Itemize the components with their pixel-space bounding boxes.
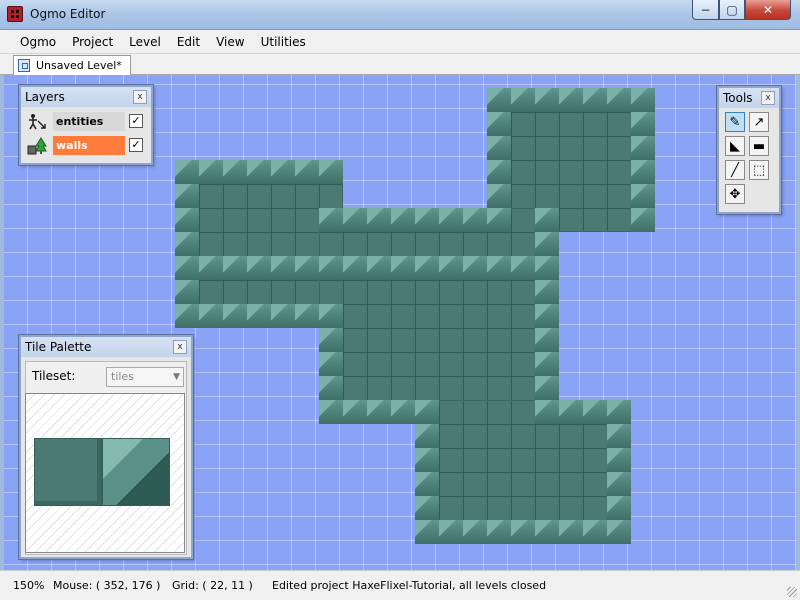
- wall-edge-middle-row: [199, 256, 559, 280]
- zoom-level: 150%: [13, 579, 45, 592]
- tools-panel: Tools x ✎ ↗ ◣ ▬ ╱ ⬚ ✥: [717, 86, 781, 214]
- title-bar: Ogmo Editor − ▢ ✕: [0, 0, 800, 30]
- wall-edge-left-side: [175, 160, 199, 328]
- window-title: Ogmo Editor: [30, 7, 106, 21]
- wall-edge-left-top: [175, 160, 343, 184]
- wall-block-left: [175, 160, 343, 328]
- tileset-preview[interactable]: [25, 393, 185, 553]
- tab-unsaved-level[interactable]: Unsaved Level*: [13, 55, 131, 76]
- tileset-select-value: tiles: [111, 370, 134, 383]
- flood-fill-icon: ◣: [730, 138, 740, 154]
- select-rectangle-tool-button[interactable]: ⬚: [749, 160, 769, 180]
- tools-panel-header[interactable]: Tools x: [719, 88, 779, 108]
- wall-edge-left-bottom: [175, 304, 343, 328]
- eyedropper-icon: ↗: [753, 114, 765, 130]
- pencil-tool-button[interactable]: ✎: [725, 112, 745, 132]
- menu-view[interactable]: View: [208, 30, 252, 53]
- ogmo-app-icon: [7, 6, 23, 22]
- layers-panel: Layers x entities ✓ walls ✓: [19, 85, 153, 165]
- pencil-icon: ✎: [729, 114, 741, 130]
- grid-position: Grid: ( 22, 11 ): [172, 579, 253, 592]
- move-tool-button[interactable]: ✥: [725, 184, 745, 204]
- menu-level[interactable]: Level: [121, 30, 169, 53]
- level-tab-strip: Unsaved Level*: [0, 54, 800, 76]
- level-file-icon: [18, 59, 30, 72]
- menu-project[interactable]: Project: [64, 30, 121, 53]
- layer-label-walls: walls: [53, 136, 125, 155]
- tile-palette-close-button[interactable]: x: [173, 340, 187, 354]
- select-rectangle-icon: ⬚: [752, 162, 766, 178]
- layer-visibility-checkbox-walls[interactable]: ✓: [129, 138, 143, 152]
- tileset-label: Tileset:: [32, 369, 76, 383]
- status-bar: 150% Mouse: ( 352, 176 ) Grid: ( 22, 11 …: [0, 570, 800, 600]
- status-message: Edited project HaxeFlixel-Tutorial, all …: [272, 579, 547, 592]
- layer-row-entities[interactable]: entities ✓: [25, 110, 147, 134]
- mouse-position: Mouse: ( 352, 176 ): [53, 579, 161, 592]
- menu-ogmo[interactable]: Ogmo: [12, 30, 64, 53]
- tile-beveled[interactable]: [102, 438, 170, 506]
- tile-palette-panel: Tile Palette x Tileset: tiles ▼: [19, 335, 193, 559]
- wall-edge-top-right: [487, 88, 655, 112]
- maximize-button[interactable]: ▢: [719, 0, 745, 20]
- tile-layer-icon: [27, 137, 47, 155]
- wall-edge-top-right-right: [631, 88, 655, 232]
- layer-label-entities: entities: [53, 112, 125, 131]
- layer-row-walls[interactable]: walls ✓: [25, 134, 147, 158]
- chevron-down-icon: ▼: [173, 372, 180, 382]
- entity-layer-icon: [27, 113, 47, 131]
- menu-utilities[interactable]: Utilities: [253, 30, 314, 53]
- line-icon: ╱: [731, 162, 739, 178]
- tileset-select[interactable]: tiles ▼: [106, 367, 184, 387]
- rectangle-fill-icon: ▬: [752, 138, 766, 154]
- tools-panel-title: Tools: [723, 91, 753, 105]
- eyedropper-tool-button[interactable]: ↗: [749, 112, 769, 132]
- wall-edge-middle-right: [535, 208, 559, 424]
- layers-panel-header[interactable]: Layers x: [21, 87, 151, 107]
- close-button[interactable]: ✕: [745, 0, 791, 20]
- move-icon: ✥: [729, 186, 741, 202]
- tab-label: Unsaved Level*: [36, 59, 122, 72]
- rectangle-fill-tool-button[interactable]: ▬: [749, 136, 769, 156]
- layers-panel-close-button[interactable]: x: [133, 90, 147, 104]
- wall-edge-middle-top: [319, 208, 511, 232]
- minimize-button[interactable]: −: [692, 0, 719, 20]
- wall-edge-bottom-base: [415, 520, 631, 544]
- line-tool-button[interactable]: ╱: [725, 160, 745, 180]
- menu-bar: Ogmo Project Level Edit View Utilities: [0, 30, 800, 54]
- wall-block-middle: [319, 208, 559, 424]
- menu-edit[interactable]: Edit: [169, 30, 208, 53]
- flood-fill-tool-button[interactable]: ◣: [725, 136, 745, 156]
- resize-grip-icon[interactable]: [787, 587, 797, 597]
- layers-panel-title: Layers: [25, 90, 65, 104]
- tile-palette-header[interactable]: Tile Palette x: [21, 337, 191, 357]
- layer-visibility-checkbox-entities[interactable]: ✓: [129, 114, 143, 128]
- tools-panel-close-button[interactable]: x: [761, 91, 775, 105]
- tile-palette-title: Tile Palette: [25, 340, 92, 354]
- tile-plain[interactable]: [34, 438, 102, 506]
